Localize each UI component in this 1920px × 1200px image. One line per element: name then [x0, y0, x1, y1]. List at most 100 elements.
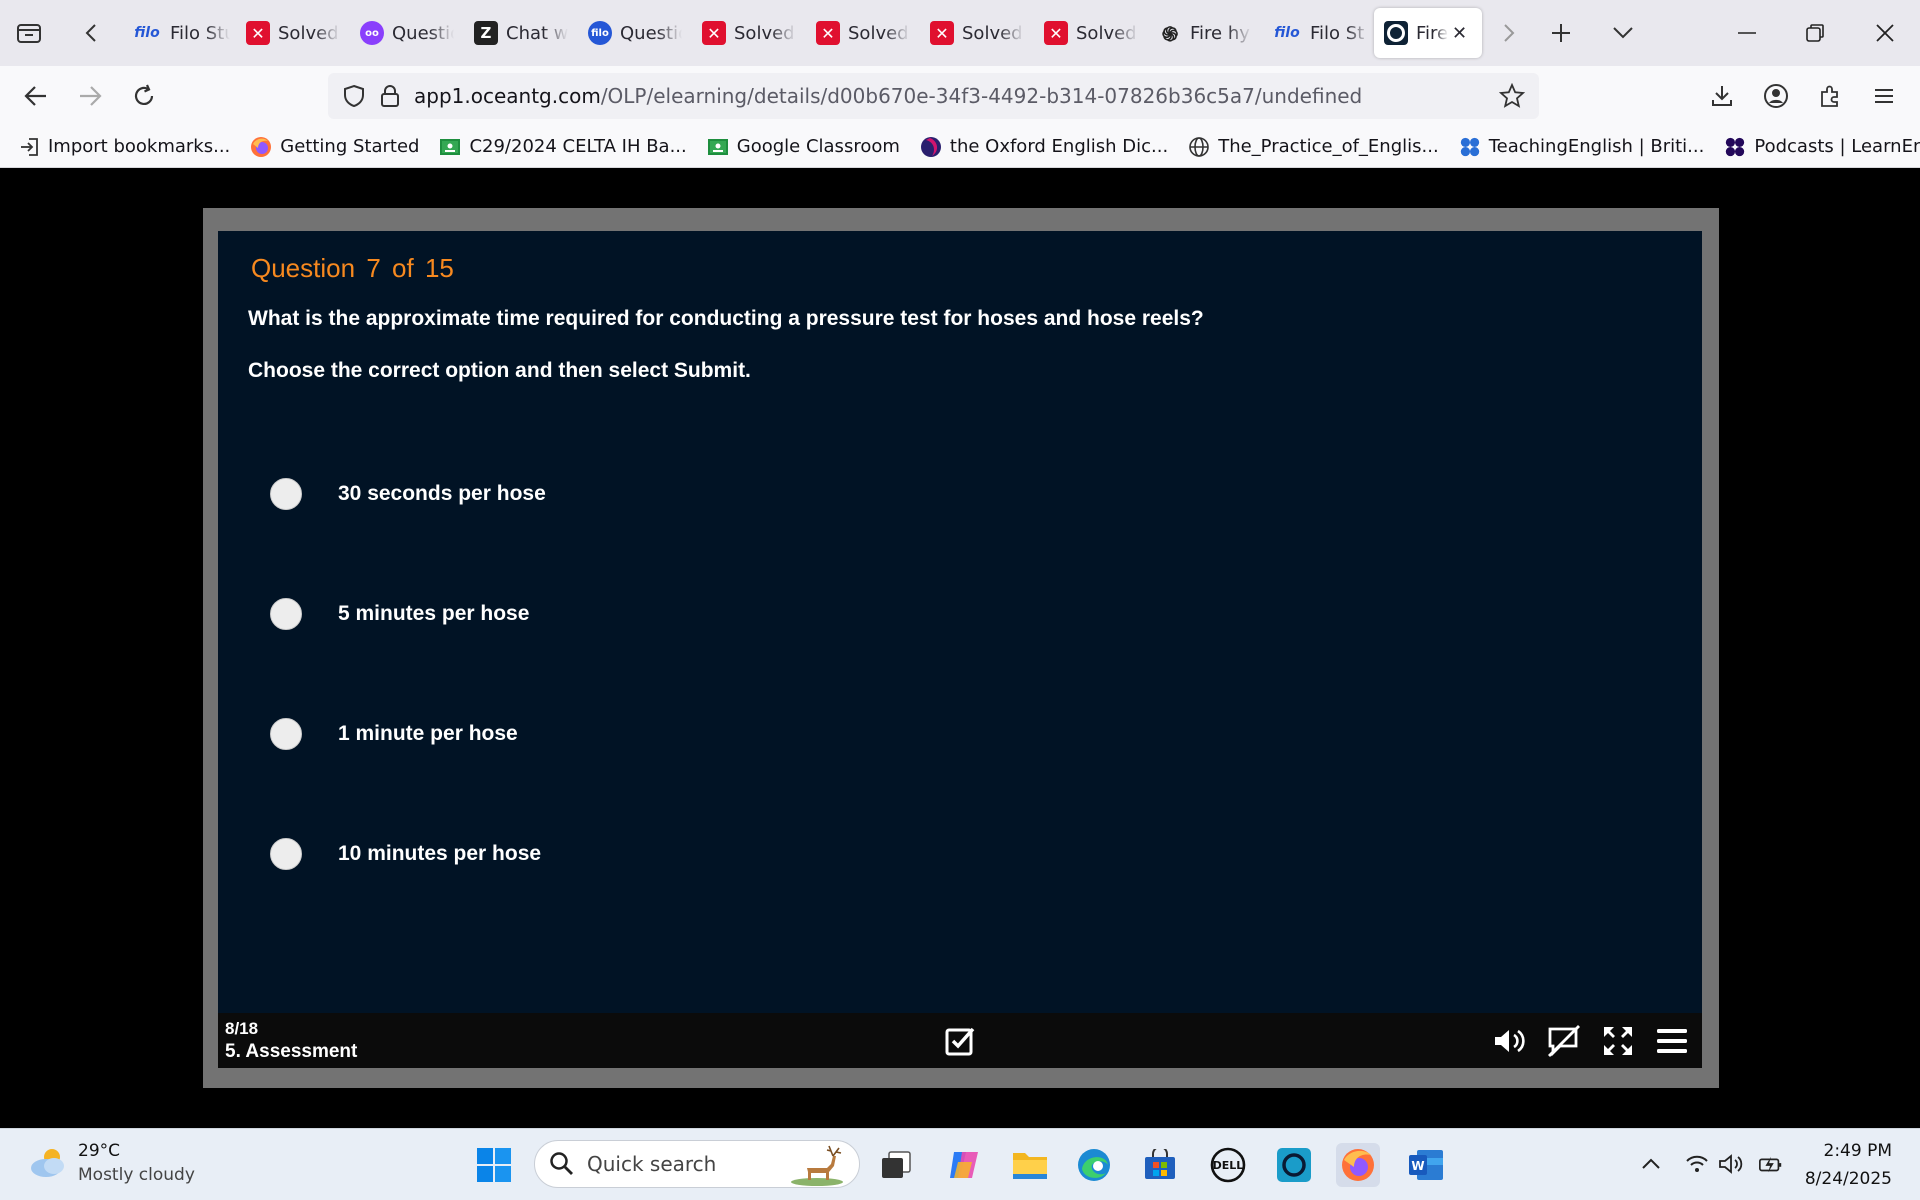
battery-charging-icon[interactable]: [1758, 1151, 1784, 1177]
new-tab-icon[interactable]: [1544, 14, 1578, 52]
close-tab-icon[interactable]: ✕: [1452, 23, 1467, 44]
lock-icon[interactable]: [380, 84, 400, 108]
url-host: app1.oceantg.com: [414, 84, 601, 108]
tab-filo-student[interactable]: filo Filo Student: [122, 8, 230, 58]
bookmark-google-classroom[interactable]: Google Classroom: [707, 136, 900, 158]
radio-button[interactable]: [270, 838, 302, 870]
show-hidden-icons-chevron-icon[interactable]: [1638, 1151, 1664, 1177]
account-icon[interactable]: [1756, 76, 1796, 116]
bookmark-oxford-english-dictionary[interactable]: the Oxford English Dic...: [920, 136, 1168, 158]
scroll-tabs-right-icon[interactable]: [1492, 14, 1526, 52]
tab-question-1[interactable]: oo Question: [350, 8, 458, 58]
tab-label: Solved: [278, 22, 339, 44]
bookmark-podcasts-learnenglish[interactable]: Podcasts | LearnEnglish: [1724, 136, 1920, 158]
tab-fire-hy[interactable]: ֍ Fire hy: [1148, 8, 1256, 58]
alexa-icon[interactable]: [1272, 1143, 1316, 1187]
bookmark-star-icon[interactable]: [1499, 83, 1525, 109]
x-logo-icon: ✕: [930, 21, 954, 45]
submit-checkbox-icon[interactable]: [942, 1023, 978, 1059]
tab-label: Fire hy: [1190, 22, 1250, 44]
cloudy-weather-icon: [31, 1149, 64, 1177]
dell-icon[interactable]: DELL: [1206, 1143, 1250, 1187]
tab-overview-icon[interactable]: [12, 14, 46, 52]
clock-time: 2:49 PM: [1823, 1141, 1893, 1161]
navigation-toolbar: app1.oceantg.com/OLP/elearning/details/d…: [0, 66, 1920, 126]
option-label[interactable]: 30 seconds per hose: [338, 482, 546, 506]
taskbar-search[interactable]: Quick search: [534, 1140, 860, 1188]
radio-button[interactable]: [270, 718, 302, 750]
tab-solved-3[interactable]: ✕ Solved: [806, 8, 914, 58]
radio-button[interactable]: [270, 598, 302, 630]
bookmark-label: Getting Started: [280, 136, 420, 157]
answer-option-3[interactable]: 1 minute per hose: [270, 717, 518, 751]
question-label: Question: [251, 253, 356, 283]
option-label[interactable]: 10 minutes per hose: [338, 842, 541, 866]
task-view-icon[interactable]: [874, 1143, 918, 1187]
british-council-icon: [1459, 136, 1481, 158]
firefox-taskbar-icon[interactable]: [1336, 1143, 1380, 1187]
answer-option-2[interactable]: 5 minutes per hose: [270, 597, 529, 631]
downloads-icon[interactable]: [1702, 76, 1742, 116]
url-path: /OLP/elearning/details/d00b670e-34f3-449…: [600, 84, 1363, 108]
z-logo-icon: Z: [474, 21, 498, 45]
tab-chat[interactable]: Z Chat with: [464, 8, 572, 58]
edge-icon[interactable]: [1072, 1143, 1116, 1187]
question-number: 7: [366, 253, 381, 283]
tab-label: Chat with: [506, 22, 568, 44]
address-bar[interactable]: app1.oceantg.com/OLP/elearning/details/d…: [328, 73, 1539, 119]
option-label[interactable]: 5 minutes per hose: [338, 602, 529, 626]
start-button[interactable]: [472, 1143, 516, 1187]
url-text[interactable]: app1.oceantg.com/OLP/elearning/details/d…: [414, 84, 1454, 108]
answer-option-4[interactable]: 10 minutes per hose: [270, 837, 541, 871]
word-icon[interactable]: W: [1404, 1143, 1448, 1187]
volume-icon[interactable]: [1492, 1023, 1528, 1059]
player-menu-icon[interactable]: [1654, 1023, 1690, 1059]
bookmark-label: The_Practice_of_Englis...: [1218, 136, 1439, 157]
radio-button[interactable]: [270, 478, 302, 510]
fullscreen-icon[interactable]: [1600, 1023, 1636, 1059]
scroll-tabs-left-icon[interactable]: [74, 14, 108, 52]
tab-filo-st[interactable]: filo Filo St: [1262, 8, 1370, 58]
microsoft-store-icon[interactable]: [1138, 1143, 1182, 1187]
question-instruction: Choose the correct option and then selec…: [248, 359, 751, 382]
speaker-icon[interactable]: [1718, 1151, 1744, 1177]
answer-option-1[interactable]: 30 seconds per hose: [270, 477, 546, 511]
wifi-icon[interactable]: [1684, 1151, 1710, 1177]
tab-strip: filo Filo Student ✕ Solved oo Question Z…: [0, 0, 1920, 66]
tab-fire-active[interactable]: Fire ✕: [1374, 8, 1482, 58]
tab-solved-5[interactable]: ✕ Solved: [1034, 8, 1142, 58]
system-clock[interactable]: 2:49 PM 8/24/2025: [1805, 1141, 1892, 1189]
restore-window-icon[interactable]: [1792, 12, 1838, 54]
svg-text:W: W: [1411, 1159, 1424, 1173]
minimize-window-icon[interactable]: [1724, 12, 1770, 54]
bookmark-label: Import bookmarks...: [48, 136, 231, 157]
tracking-protection-shield-icon[interactable]: [342, 84, 366, 108]
filo-icon: filo: [134, 25, 160, 41]
close-window-icon[interactable]: [1862, 12, 1908, 54]
globe-icon: [1188, 136, 1210, 158]
bookmark-teachingenglish[interactable]: TeachingEnglish | Briti...: [1459, 136, 1704, 158]
reload-icon[interactable]: [124, 76, 164, 116]
question-text: What is the approximate time required fo…: [248, 307, 1204, 330]
tab-solved-4[interactable]: ✕ Solved: [920, 8, 1028, 58]
tab-solved-1[interactable]: ✕ Solved: [236, 8, 344, 58]
captions-off-icon[interactable]: [1546, 1023, 1582, 1059]
app-menu-icon[interactable]: [1864, 76, 1904, 116]
weather-widget[interactable]: 29°C Mostly cloudy: [28, 1141, 195, 1185]
bookmark-celta[interactable]: C29/2024 CELTA IH Ba...: [439, 136, 687, 158]
bookmark-getting-started[interactable]: Getting Started: [250, 136, 419, 158]
back-icon[interactable]: [16, 76, 56, 116]
file-explorer-icon[interactable]: [1008, 1143, 1052, 1187]
bookmark-practice-of-english[interactable]: The_Practice_of_Englis...: [1188, 136, 1439, 158]
extensions-icon[interactable]: [1810, 76, 1850, 116]
option-label[interactable]: 1 minute per hose: [338, 722, 518, 746]
tab-solved-2[interactable]: ✕ Solved: [692, 8, 800, 58]
forward-icon[interactable]: [70, 76, 110, 116]
bookmark-import[interactable]: Import bookmarks...: [18, 136, 230, 158]
copilot-icon[interactable]: [942, 1143, 986, 1187]
question-total: 15: [424, 253, 454, 283]
windows-logo-icon: [477, 1148, 511, 1182]
tab-question-2[interactable]: filo Question: [578, 8, 686, 58]
list-all-tabs-icon[interactable]: [1606, 14, 1640, 52]
classroom-icon: [707, 136, 729, 158]
